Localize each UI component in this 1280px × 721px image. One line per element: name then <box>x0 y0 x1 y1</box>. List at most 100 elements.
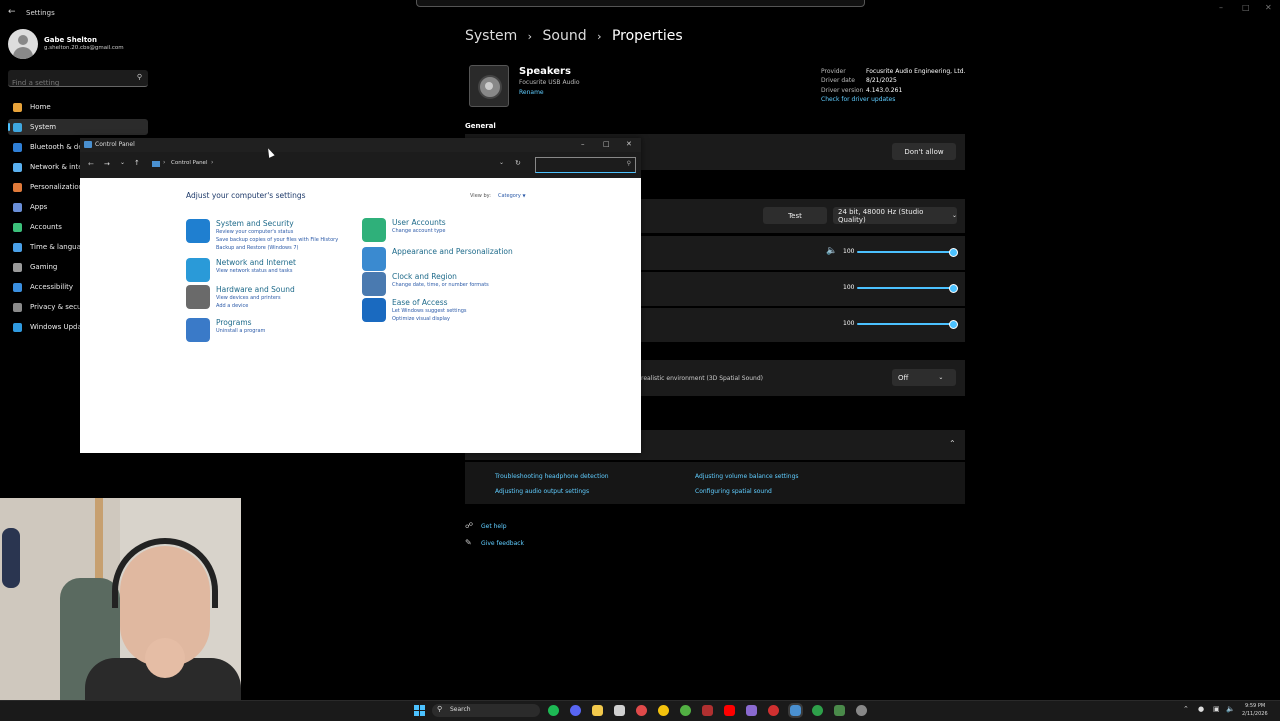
volume-slider-thumb[interactable] <box>949 248 958 257</box>
taskbar-search[interactable]: ⚲ Search <box>432 704 540 717</box>
start-icon[interactable] <box>414 705 425 716</box>
cp-category-network-and-internet[interactable]: Network and Internet <box>216 258 296 267</box>
cp-category-ease-of-access[interactable]: Ease of Access <box>392 298 448 307</box>
breadcrumb-system[interactable]: System <box>465 28 517 44</box>
microphone-icon[interactable]: ● <box>1198 705 1204 713</box>
check-driver-updates-link[interactable]: Check for driver updates <box>821 96 895 103</box>
clock-and-region-icon[interactable] <box>362 272 386 296</box>
volume-speaker-icon[interactable]: 🔈 <box>826 246 837 256</box>
top-search-bar[interactable] <box>416 0 865 7</box>
app-icon[interactable] <box>636 705 647 716</box>
cp-category-hardware-and-sound[interactable]: Hardware and Sound <box>216 285 295 294</box>
give-feedback-link[interactable]: Give feedback <box>481 540 524 547</box>
cp-address-chevron-icon[interactable]: ⌄ <box>499 159 504 166</box>
app-icon[interactable] <box>768 705 779 716</box>
cp-sub-link[interactable]: View network status and tasks <box>216 268 292 275</box>
rename-link[interactable]: Rename <box>519 89 544 96</box>
app-icon[interactable] <box>746 705 757 716</box>
appearance-and-personalization-icon[interactable] <box>362 247 386 271</box>
discord-icon[interactable] <box>570 705 581 716</box>
cp-sub-link[interactable]: View devices and printers <box>216 295 281 302</box>
control-panel-taskbar-icon[interactable] <box>788 703 803 718</box>
link-adjusting-audio-output[interactable]: Adjusting audio output settings <box>495 488 589 495</box>
app-icon[interactable] <box>812 705 823 716</box>
taskbar-time[interactable]: 9:59 PM <box>1245 703 1265 709</box>
cp-refresh-icon[interactable]: ↻ <box>515 159 521 167</box>
volume-slider-track[interactable] <box>857 323 953 325</box>
xbox-icon[interactable] <box>680 705 691 716</box>
avatar[interactable] <box>8 29 38 59</box>
spatial-sound-dropdown[interactable]: Off ⌄ <box>892 369 956 386</box>
store-icon[interactable] <box>614 705 625 716</box>
system-and-security-icon[interactable] <box>186 219 210 243</box>
file-explorer-icon[interactable] <box>592 705 603 716</box>
cp-category-programs[interactable]: Programs <box>216 318 252 327</box>
maximize-button[interactable]: □ <box>1242 3 1250 12</box>
cp-maximize-button[interactable]: □ <box>603 140 610 148</box>
sidebar-item-home[interactable]: Home <box>8 99 148 115</box>
search-icon[interactable]: ⚲ <box>137 73 142 81</box>
nav-icon <box>13 162 22 172</box>
cp-address-bar[interactable]: › Control Panel › <box>148 157 528 171</box>
hardware-and-sound-icon[interactable] <box>186 285 210 309</box>
cp-forward-icon[interactable]: → <box>104 160 110 168</box>
cp-sub-link[interactable]: Review your computer's status <box>216 229 293 236</box>
cp-up-icon[interactable]: ↑ <box>134 159 140 167</box>
ease-of-access-icon[interactable] <box>362 298 386 322</box>
network-and-internet-icon[interactable] <box>186 258 210 282</box>
back-arrow-icon[interactable]: ← <box>8 7 16 17</box>
driver-version-label: Driver version <box>821 87 864 94</box>
cp-close-button[interactable]: ✕ <box>626 140 632 148</box>
cp-sub-link[interactable]: Uninstall a program <box>216 328 265 335</box>
app-icon[interactable] <box>702 705 713 716</box>
minimize-button[interactable]: – <box>1219 3 1223 12</box>
link-adjusting-volume-balance[interactable]: Adjusting volume balance settings <box>695 473 799 480</box>
close-button[interactable]: ✕ <box>1265 3 1272 12</box>
cp-sub-link[interactable]: Change date, time, or number formats <box>392 282 489 289</box>
sidebar-item-system[interactable]: System <box>8 119 148 135</box>
cp-sub-link[interactable]: Backup and Restore (Windows 7) <box>216 245 298 252</box>
view-by-dropdown[interactable]: Category ▼ <box>498 193 526 199</box>
cp-minimize-button[interactable]: – <box>581 140 585 148</box>
cp-sub-link[interactable]: Add a device <box>216 303 248 310</box>
cp-category-system-and-security[interactable]: System and Security <box>216 219 294 228</box>
app-icon[interactable] <box>834 705 845 716</box>
chevron-up-icon[interactable]: ⌃ <box>949 439 956 448</box>
settings-gear-icon[interactable] <box>856 705 867 716</box>
link-troubleshooting-headphone[interactable]: Troubleshooting headphone detection <box>495 473 609 480</box>
volume-slider-track[interactable] <box>857 287 953 289</box>
volume-slider-track[interactable] <box>857 251 953 253</box>
spotify-icon[interactable] <box>548 705 559 716</box>
volume-icon[interactable]: 🔈 <box>1226 705 1235 713</box>
control-panel-titlebar[interactable]: Control Panel – □ ✕ <box>80 138 641 152</box>
format-dropdown[interactable]: 24 bit, 48000 Hz (Studio Quality) ⌄ <box>833 207 957 224</box>
test-button[interactable]: Test <box>763 207 827 224</box>
cp-sub-link[interactable]: Let Windows suggest settings <box>392 308 467 315</box>
cp-sub-link[interactable]: Change account type <box>392 228 445 235</box>
get-help-link[interactable]: Get help <box>481 523 507 530</box>
search-icon[interactable]: ⚲ <box>627 160 631 167</box>
user-accounts-icon[interactable] <box>362 218 386 242</box>
network-icon[interactable]: ▣ <box>1213 705 1220 713</box>
cp-back-icon[interactable]: ← <box>88 160 94 168</box>
dont-allow-button[interactable]: Don't allow <box>892 143 956 160</box>
cp-recent-chevron-icon[interactable]: ⌄ <box>120 159 125 166</box>
cp-search-box[interactable]: ⚲ <box>535 157 636 173</box>
cp-category-clock-and-region[interactable]: Clock and Region <box>392 272 457 281</box>
device-name: Speakers <box>519 66 571 77</box>
chrome-icon[interactable] <box>658 705 669 716</box>
cp-category-user-accounts[interactable]: User Accounts <box>392 218 446 227</box>
link-configuring-spatial-sound[interactable]: Configuring spatial sound <box>695 488 772 495</box>
cp-category-appearance-and-personalization[interactable]: Appearance and Personalization <box>392 247 513 256</box>
cp-sub-link[interactable]: Optimize visual display <box>392 316 450 323</box>
taskbar-date[interactable]: 2/11/2026 <box>1242 711 1268 717</box>
cp-sub-link[interactable]: Save backup copies of your files with Fi… <box>216 237 338 244</box>
youtube-icon[interactable] <box>724 705 735 716</box>
volume-slider-thumb[interactable] <box>949 284 958 293</box>
breadcrumb-sound[interactable]: Sound <box>543 28 587 44</box>
find-setting-input[interactable] <box>8 75 130 91</box>
programs-icon[interactable] <box>186 318 210 342</box>
chevron-up-icon[interactable]: ⌃ <box>1183 705 1189 713</box>
user-name: Gabe Shelton <box>44 36 97 44</box>
volume-slider-thumb[interactable] <box>949 320 958 329</box>
